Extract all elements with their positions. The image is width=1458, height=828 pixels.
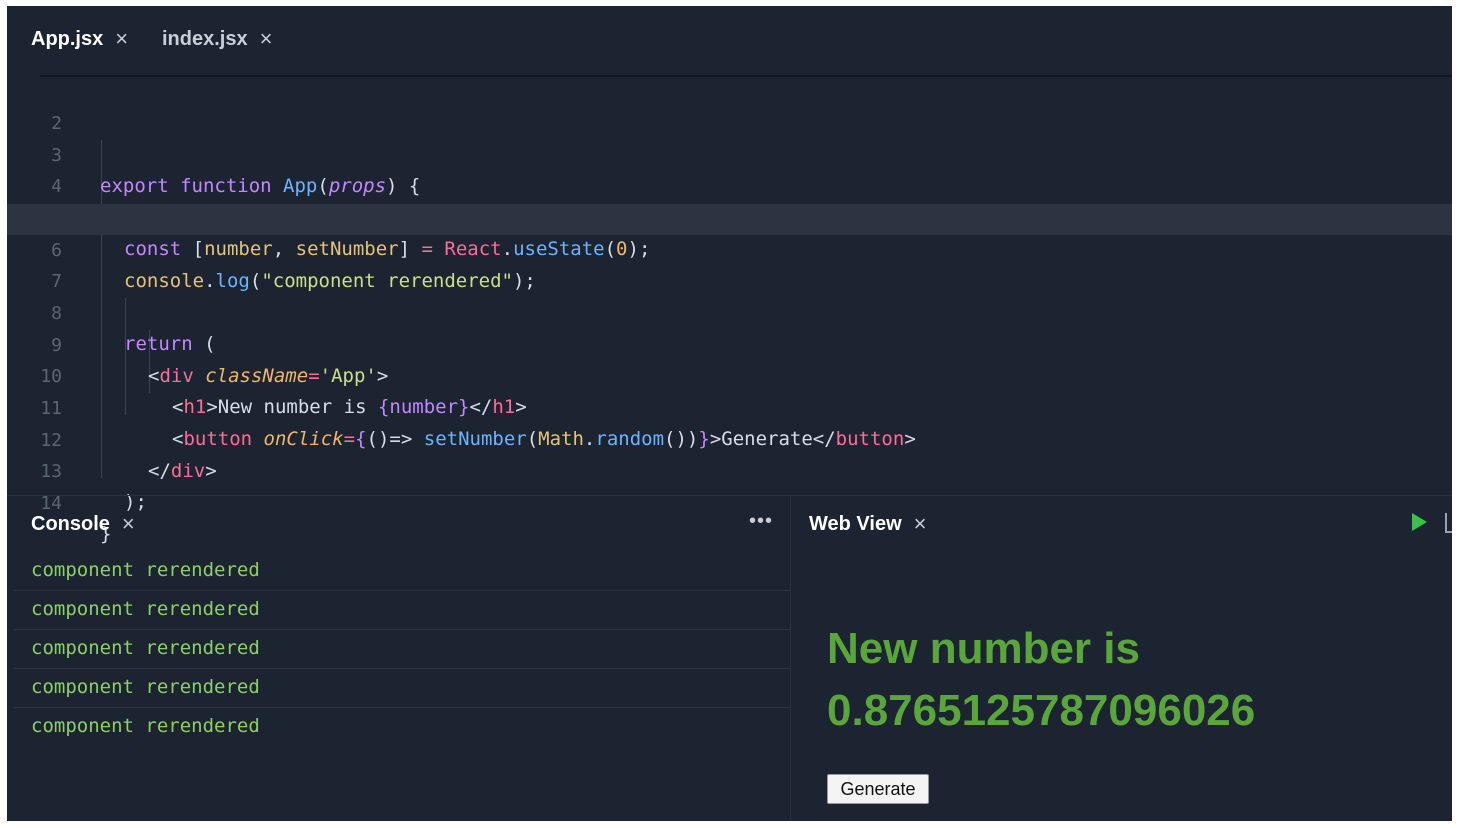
close-icon[interactable]: × xyxy=(115,26,128,52)
tab-app-jsx[interactable]: App.jsx × xyxy=(31,26,128,52)
code-line: 4 xyxy=(7,140,1452,197)
close-icon[interactable]: × xyxy=(914,511,927,537)
tab-label: App.jsx xyxy=(31,27,104,50)
webview-heading: New number is 0.8765125787096026 xyxy=(827,624,1256,735)
console-title: Console xyxy=(31,512,110,535)
console-tab[interactable]: Console × xyxy=(31,511,135,537)
code-line: 12 </div> xyxy=(7,394,1452,482)
close-icon[interactable]: × xyxy=(122,511,135,537)
tab-index-jsx[interactable]: index.jsx × xyxy=(162,26,272,52)
webview-title: Web View xyxy=(809,512,902,535)
pane-divider[interactable] xyxy=(790,496,791,821)
webview-tab[interactable]: Web View × xyxy=(809,511,927,537)
code-playground-window: App.jsx × index.jsx × 2 3 export functio… xyxy=(7,6,1452,821)
code-line: 13 ); xyxy=(7,425,1452,513)
code-line: 11 <button onClick={()=> setNumber(Math.… xyxy=(7,362,1452,450)
more-options-icon[interactable]: ••• xyxy=(749,510,773,533)
code-editor[interactable]: 2 3 export function App(props) { 4 5 con… xyxy=(7,77,1452,545)
console-log-entry: component rerendered xyxy=(14,630,790,669)
console-log-entry: component rerendered xyxy=(31,715,260,737)
tab-label: index.jsx xyxy=(162,27,248,50)
generate-button[interactable]: Generate xyxy=(827,774,929,804)
console-log-entry: component rerendered xyxy=(14,552,790,591)
code-line: 14 } xyxy=(7,457,1452,545)
tab-bar: App.jsx × index.jsx × xyxy=(7,6,1452,76)
code-line-current: 6 console.log("component rerendered"); xyxy=(7,204,1452,292)
close-icon[interactable]: × xyxy=(260,26,273,52)
console-log-entry: component rerendered xyxy=(14,591,790,630)
code-line: 5 const [number, setNumber] = React.useS… xyxy=(7,172,1452,260)
code-line: 3 export function App(props) { xyxy=(7,109,1452,197)
code-line: 8 return ( xyxy=(7,267,1452,355)
pane-divider[interactable] xyxy=(7,495,1452,496)
code-line: 2 xyxy=(7,77,1452,134)
run-icon[interactable] xyxy=(1412,513,1427,531)
console-log-entry: component rerendered xyxy=(14,669,790,708)
code-line: 9 <div className='App'> xyxy=(7,299,1452,387)
code-line: 10 <h1>New number is {number}</h1> xyxy=(7,330,1452,418)
code-line: 7 xyxy=(7,235,1452,292)
open-external-icon[interactable] xyxy=(1445,513,1452,533)
